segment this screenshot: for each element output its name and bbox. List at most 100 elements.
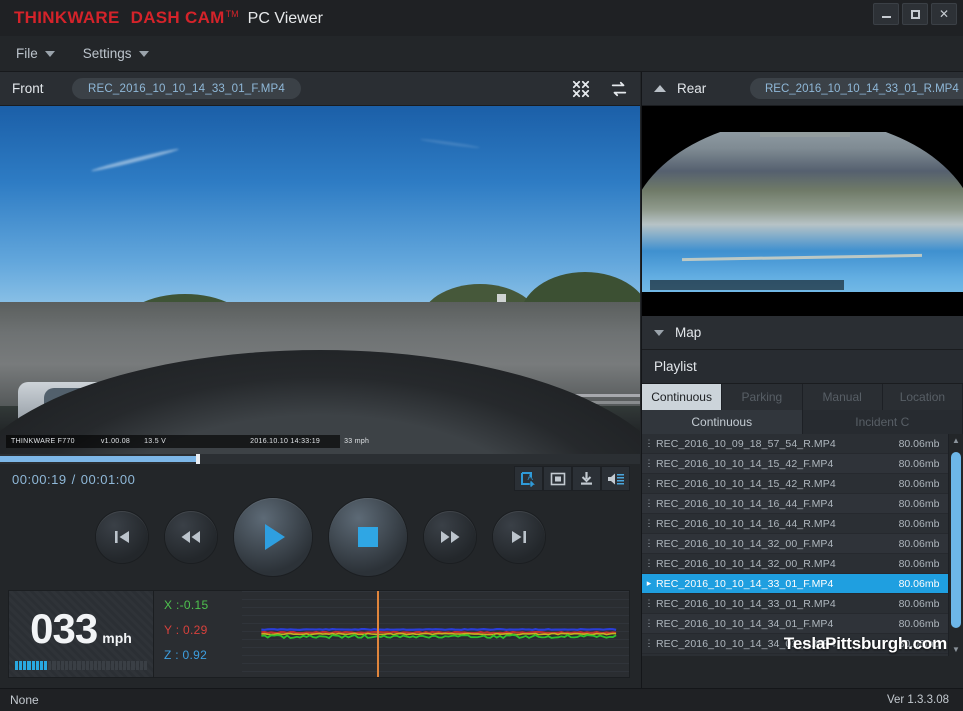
swap-channels-icon[interactable]	[610, 80, 628, 98]
text-overlay-toggle-button[interactable]: A	[514, 466, 543, 491]
scroll-down-arrow[interactable]: ▼	[949, 643, 963, 656]
scroll-up-arrow[interactable]: ▲	[949, 434, 963, 447]
brand-trademark: TM	[225, 9, 239, 19]
table-row[interactable]: ⋮ REC_2016_10_10_14_34_01_F.MP4 80.06mb	[642, 614, 963, 634]
menu-settings[interactable]: Settings	[69, 36, 163, 71]
g-sensor-graph[interactable]	[242, 591, 629, 677]
capture-frame-button[interactable]	[543, 466, 572, 491]
table-row[interactable]: ⋮ REC_2016_10_10_14_15_42_R.MP4 80.06mb	[642, 474, 963, 494]
front-header-icons	[572, 80, 628, 98]
file-name-cell: REC_2016_10_10_14_33_01_F.MP4	[656, 577, 834, 590]
rewind-button[interactable]	[164, 511, 217, 563]
overlay-datetime: 2016.10.10 14:33:19	[250, 438, 321, 445]
row-marker-icon: ⋮	[644, 438, 654, 448]
playlist-header: Playlist	[642, 350, 963, 384]
play-button[interactable]	[233, 498, 312, 576]
map-section-header[interactable]: Map	[642, 316, 963, 350]
time-row: 00:00:19/00:01:00 A	[0, 464, 640, 494]
row-marker-icon: ▸	[646, 578, 652, 588]
chevron-down-icon	[138, 50, 149, 57]
speed-unit: mph	[102, 630, 132, 646]
playlist-tab-manual[interactable]: Manual	[802, 384, 883, 410]
table-row[interactable]: ⋮ REC_2016_10_10_14_16_44_F.MP4 80.06mb	[642, 494, 963, 514]
table-row[interactable]: ⋮ REC_2016_10_10_14_32_00_R.MP4 80.06mb	[642, 554, 963, 574]
brand-thinkware: THINKWARE	[14, 8, 120, 27]
rear-label: Rear	[677, 81, 707, 96]
g-z-value: 0.92	[182, 648, 208, 662]
speed-segment	[77, 661, 81, 670]
app-title: PC Viewer	[247, 10, 323, 27]
playlist-tab-parking[interactable]: Parking	[722, 384, 803, 410]
speed-segment	[131, 661, 135, 670]
playlist-file-list[interactable]: ⋮ REC_2016_10_09_18_57_54_R.MP4 80.06mb ⋮ RE…	[642, 434, 963, 656]
g-z-label: Z :	[164, 648, 179, 662]
speed-segment	[60, 661, 64, 670]
brand-dashcam: DASH CAM	[130, 8, 225, 27]
row-marker-icon: ⋮	[644, 498, 654, 508]
file-name-cell: REC_2016_10_10_14_15_42_F.MP4	[656, 457, 834, 470]
playlist-subtabs: Continuous Incident C	[642, 410, 963, 434]
table-row[interactable]: ⋮ REC_2016_10_10_14_15_42_F.MP4 80.06mb	[642, 454, 963, 474]
speed-display: 033 mph	[9, 591, 154, 677]
table-row[interactable]: ▸ REC_2016_10_10_14_33_01_F.MP4 80.06mb	[642, 574, 963, 594]
speed-segment	[89, 661, 93, 670]
speed-value: 033	[30, 605, 98, 652]
chevron-up-icon[interactable]	[654, 85, 666, 92]
expand-icon[interactable]	[572, 80, 590, 98]
speed-segment	[73, 661, 77, 670]
speed-segment	[127, 661, 131, 670]
previous-button[interactable]	[95, 511, 148, 563]
status-bar: None Ver 1.3.3.08	[0, 688, 963, 711]
speed-segment	[69, 661, 73, 670]
front-video-view[interactable]: THINKWARE F770 v1.00.08 13.5 V 2016.10.1…	[0, 106, 640, 454]
g-sensor-playhead[interactable]	[377, 591, 380, 677]
menu-file[interactable]: File	[0, 36, 69, 71]
playlist-tab-continuous[interactable]: Continuous	[642, 384, 723, 410]
stop-button[interactable]	[328, 498, 407, 576]
save-download-button[interactable]	[572, 466, 601, 491]
close-button[interactable]: ✕	[931, 3, 957, 25]
map-label: Map	[675, 325, 702, 340]
minimize-button[interactable]	[873, 3, 899, 25]
status-message: None	[10, 693, 39, 707]
playback-progress-bar[interactable]	[0, 454, 640, 464]
row-marker-icon: ⋮	[644, 638, 654, 648]
progress-handle[interactable]	[196, 454, 201, 464]
scrollbar-thumb[interactable]	[951, 452, 961, 628]
current-time: 00:00:19	[12, 471, 67, 487]
menu-settings-label: Settings	[82, 46, 132, 61]
table-row[interactable]: ⋮ REC_2016_10_10_14_16_44_R.MP4 80.06mb	[642, 514, 963, 534]
playlist-scrollbar[interactable]: ▲ ▼	[948, 434, 963, 656]
overlay-voltage: 13.5 V	[144, 438, 167, 445]
speed-segment	[106, 661, 110, 670]
speed-segment	[35, 661, 39, 670]
table-row[interactable]: ⋮ REC_2016_10_10_14_33_01_R.MP4 80.06mb	[642, 594, 963, 614]
table-row[interactable]: ⋮ REC_2016_10_10_14_32_00_F.MP4 80.06mb	[642, 534, 963, 554]
right-panel: Rear REC_2016_10_10_14_33_01_R.MP4 Map P…	[641, 72, 963, 688]
menu-bar: File Settings	[0, 36, 963, 72]
table-row[interactable]: ⋮ REC_2016_10_09_18_57_54_R.MP4 80.06mb	[642, 434, 963, 454]
g-sensor-values: X :-0.15 Y : 0.29 Z : 0.92	[154, 591, 242, 677]
chevron-down-icon	[654, 329, 664, 336]
maximize-button[interactable]	[902, 3, 928, 25]
row-marker-icon: ⋮	[644, 538, 654, 548]
speed-segment	[110, 661, 114, 670]
g-x-label: X :	[164, 598, 180, 612]
g-sensor-x: X :-0.15	[164, 598, 242, 612]
rear-video-view[interactable]	[642, 106, 963, 316]
menu-file-label: File	[16, 46, 38, 61]
speed-meter-bar	[15, 661, 147, 670]
file-name-cell: REC_2016_10_10_14_32_00_F.MP4	[656, 537, 834, 550]
speed-segment	[85, 661, 89, 670]
speed-segment	[23, 661, 27, 670]
file-name-cell: REC_2016_10_10_14_33_01_R.MP4	[656, 597, 836, 610]
volume-button[interactable]	[601, 466, 630, 491]
playlist-tab-location[interactable]: Location	[882, 384, 963, 410]
video-overlay-text: THINKWARE F770 v1.00.08 13.5 V 2016.10.1…	[6, 435, 369, 448]
version-label: Ver 1.3.3.08	[886, 694, 949, 706]
playlist-subtab-continuous[interactable]: Continuous	[642, 410, 803, 434]
playlist-subtab-incident-c[interactable]: Incident C	[802, 410, 963, 434]
next-button[interactable]	[492, 511, 545, 563]
fast-forward-button[interactable]	[423, 511, 476, 563]
row-marker-icon: ⋮	[644, 478, 654, 488]
